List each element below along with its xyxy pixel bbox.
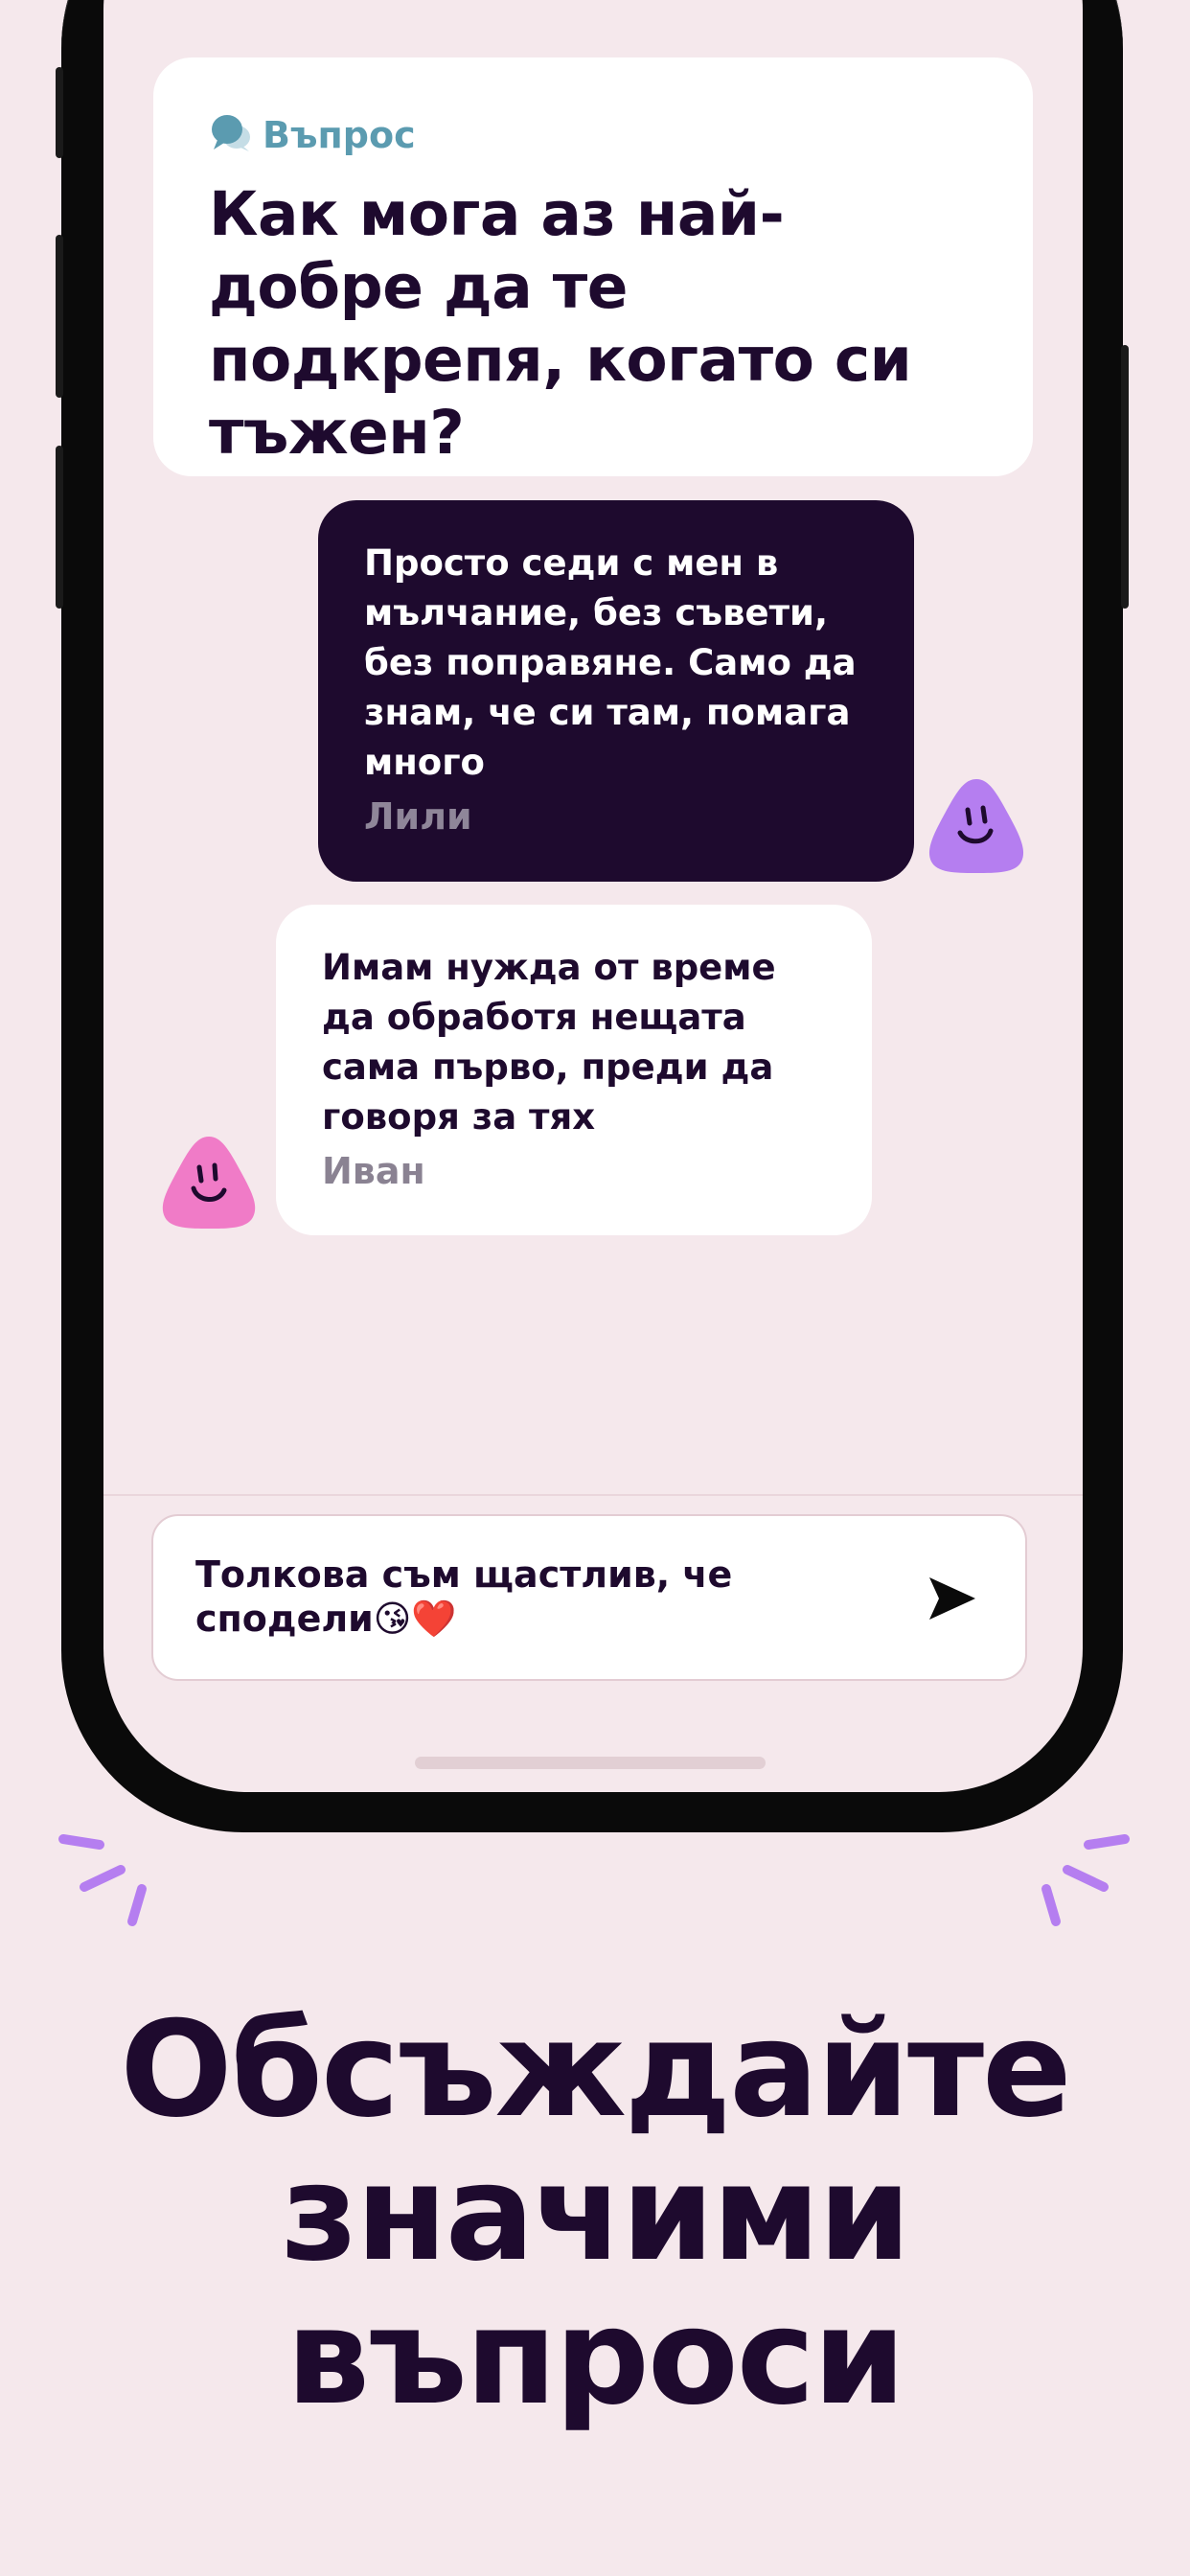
question-text: Как мога аз най-добре да те подкрепя, ко… bbox=[209, 179, 912, 468]
composer-divider bbox=[103, 1494, 1083, 1496]
home-indicator bbox=[415, 1757, 766, 1769]
message-input-value[interactable]: Толкова съм щастлив, че сподели😘❤️ bbox=[195, 1552, 885, 1641]
message-text: Имам нужда от време да обработя нещата с… bbox=[322, 947, 776, 1138]
promo-caption-line: въпроси bbox=[286, 2280, 905, 2434]
promo-caption-line: значими bbox=[281, 2136, 911, 2290]
question-card: Въпрос Как мога аз най-добре да те подкр… bbox=[153, 58, 1033, 476]
phone-power-button bbox=[1121, 345, 1129, 609]
avatar bbox=[155, 1129, 263, 1232]
send-icon bbox=[929, 1577, 975, 1620]
message-input[interactable]: Толкова съм щастлив, че сподели😘❤️ bbox=[151, 1514, 1027, 1681]
avatar bbox=[922, 771, 1031, 877]
phone-side-button bbox=[56, 446, 63, 609]
message-bubble: Просто седи с мен в мълчание, без съвети… bbox=[318, 500, 914, 882]
phone-screen: Въпрос Как мога аз най-добре да те подкр… bbox=[103, 0, 1083, 1792]
promo-caption: Обсъждайте значими въпроси bbox=[0, 1998, 1190, 2429]
message-author: Иван bbox=[322, 1150, 425, 1192]
speech-bubbles-icon bbox=[209, 111, 263, 159]
phone-side-button bbox=[56, 235, 63, 398]
phone-side-button bbox=[56, 67, 63, 158]
message-author: Лили bbox=[364, 795, 472, 838]
message-bubble: Имам нужда от време да обработя нещата с… bbox=[276, 905, 872, 1235]
sparkle-decoration bbox=[1041, 1834, 1130, 1926]
promo-caption-line: Обсъждайте bbox=[120, 1992, 1071, 2147]
message-text: Просто седи с мен в мълчание, без съвети… bbox=[364, 542, 857, 783]
question-tag: Въпрос bbox=[209, 111, 977, 159]
question-tag-label: Въпрос bbox=[263, 114, 416, 156]
sparkle-decoration bbox=[58, 1834, 147, 1926]
send-button[interactable] bbox=[926, 1574, 979, 1623]
